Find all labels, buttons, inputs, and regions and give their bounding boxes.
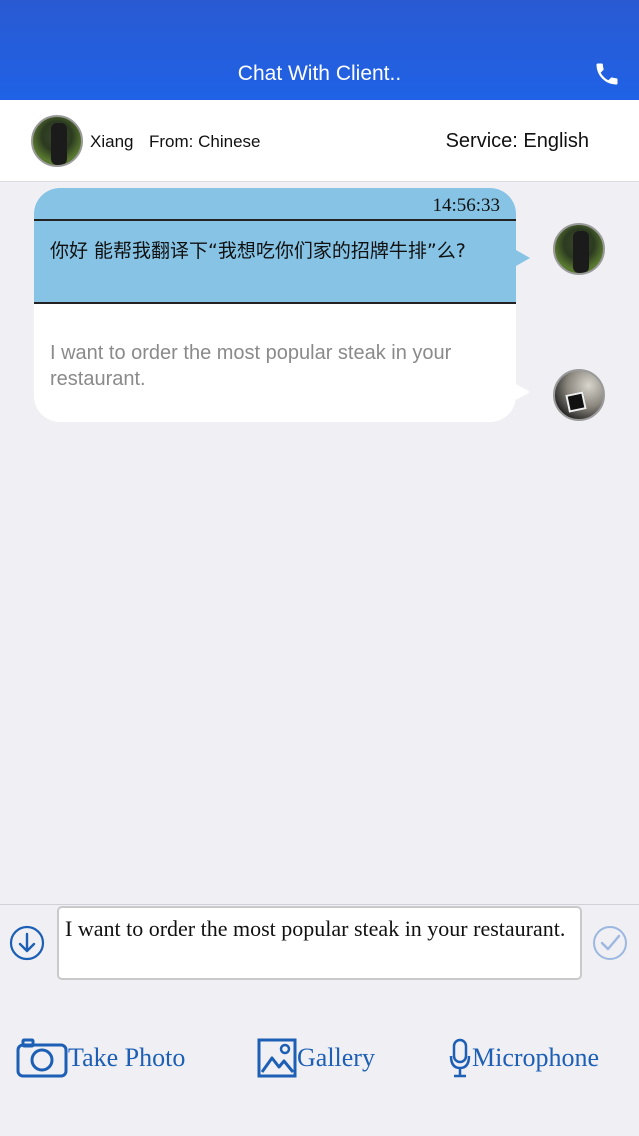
original-message-text: 你好 能帮我翻译下“我想吃你们家的招牌牛排”么?: [50, 240, 466, 262]
app-header: Chat With Client..: [0, 0, 639, 100]
page-title: Chat With Client..: [237, 62, 402, 85]
checkmark-circle-icon: [593, 926, 627, 960]
divider: [34, 219, 516, 221]
message-timestamp: 14:56:33: [432, 195, 500, 216]
client-avatar[interactable]: [31, 115, 83, 167]
gallery-label: Gallery: [297, 1043, 375, 1072]
collapse-keyboard-button[interactable]: [9, 925, 45, 961]
gallery-button[interactable]: Gallery: [257, 1036, 375, 1080]
translator-avatar[interactable]: [553, 369, 605, 421]
arrow-down-circle-icon: [9, 925, 45, 961]
take-photo-button[interactable]: Take Photo: [16, 1036, 185, 1080]
chat-message-bubble[interactable]: 14:56:33 你好 能帮我翻译下“我想吃你们家的招牌牛排”么? I want…: [34, 188, 516, 422]
microphone-icon: [449, 1038, 471, 1078]
gallery-icon: [257, 1038, 297, 1078]
send-button[interactable]: [592, 925, 628, 961]
client-source-language: From: Chinese: [149, 132, 261, 151]
bubble-tail-translation: [516, 384, 530, 400]
translated-message-text: I want to order the most popular steak i…: [50, 342, 452, 390]
bubble-tail-original: [516, 250, 530, 266]
camera-icon: [16, 1038, 68, 1078]
microphone-label: Microphone: [472, 1043, 600, 1072]
original-message-panel: 14:56:33 你好 能帮我翻译下“我想吃你们家的招牌牛排”么?: [34, 188, 516, 304]
client-name: Xiang: [90, 132, 134, 151]
microphone-button[interactable]: Microphone: [448, 1036, 599, 1080]
take-photo-label: Take Photo: [68, 1043, 186, 1072]
sender-avatar[interactable]: [553, 223, 605, 275]
service-language: Service: English: [445, 130, 589, 152]
phone-icon[interactable]: [593, 60, 621, 88]
message-input[interactable]: [57, 906, 582, 980]
